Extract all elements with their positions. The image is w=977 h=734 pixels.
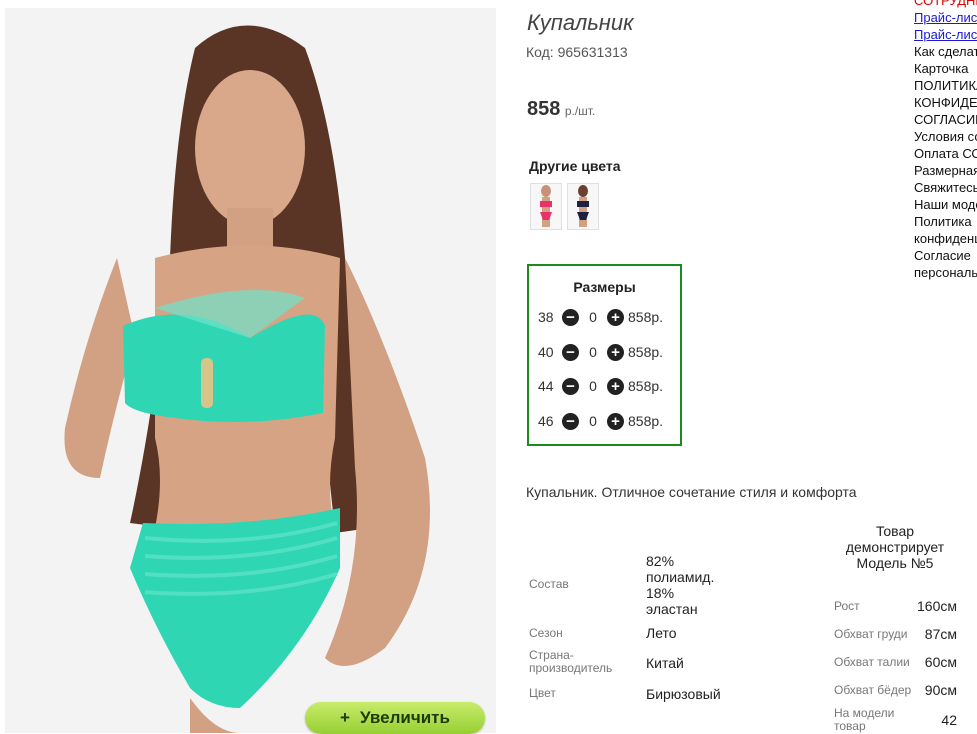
product-image[interactable] [5,8,496,733]
size-row: 40 − 0 + 858р. [538,342,663,362]
other-colors-heading: Другие цвета [529,158,621,174]
size-label: 46 [538,413,554,429]
model-param-value: 87см [924,626,957,642]
size-price: 858р. [628,413,664,429]
menu-link[interactable]: конфиденциальности [914,230,977,247]
menu-link-price-list[interactable]: Прайс-лист [914,26,977,43]
attribute-label: Страна- производитель [529,649,612,675]
value-line: эластан [646,601,698,617]
minus-icon[interactable]: − [562,377,579,395]
model-photo [5,8,496,733]
menu-link-cooperation[interactable]: СОТРУДНИЧЕСТВО [914,0,977,9]
plus-icon[interactable]: + [607,412,624,430]
model-param-label: Рост [834,599,860,613]
size-label: 44 [538,378,554,394]
color-swatch-navy[interactable] [567,183,599,230]
menu-link[interactable]: Свяжитесь с нами [914,179,977,196]
model-param-label: Обхват груди [834,627,908,641]
menu-link[interactable]: Размерная сетка [914,162,977,179]
model-param-label: На модели товар [834,707,894,733]
menu-link-price-list[interactable]: Прайс-лист [914,9,977,26]
minus-icon[interactable]: − [562,308,579,326]
model-heading: Товар демонстрирует Модель №5 [835,523,955,571]
label-line: производитель [529,661,613,675]
attribute-value: Китай [646,655,684,671]
value-line: полиамид. [646,569,715,585]
plus-icon[interactable]: + [607,377,624,395]
menu-link[interactable]: Согласие [914,247,977,264]
menu-link[interactable]: КОНФИДЕНЦИАЛЬНОСТИ [914,94,977,111]
attribute-label: Цвет [529,686,556,700]
size-row: 38 − 0 + 858р. [538,307,663,327]
menu-link[interactable]: Политика [914,213,977,230]
product-code: Код: 965631313 [526,44,628,60]
label-line: товар [834,719,866,733]
product-price: 858 р./шт. [527,98,595,121]
sizes-box: Размеры 38 − 0 + 858р. 40 − 0 + 858р. 44… [527,264,682,446]
model-param-value: 160см [917,598,957,614]
quantity-value[interactable]: 0 [579,344,607,360]
product-description: Купальник. Отличное сочетание стиля и ко… [526,484,857,500]
model-param-label: Обхват талии [834,655,910,669]
color-swatch-pink[interactable] [530,183,562,230]
swatch-thumbnail-image [540,185,552,227]
model-param-value: 42 [941,712,957,728]
quantity-value[interactable]: 0 [579,413,607,429]
menu-link[interactable]: Карточка [914,60,977,77]
attribute-value: 82% полиамид. 18% эластан [646,553,714,617]
attribute-value: Бирюзовый [646,686,721,702]
sizes-heading: Размеры [573,279,636,295]
value-line: 18% [646,585,675,601]
model-param-value: 90см [924,682,957,698]
menu-link[interactable]: персональных [914,264,977,281]
value-line: 82% [646,553,675,569]
size-label: 40 [538,344,554,360]
size-price: 858р. [628,344,664,360]
zoom-button[interactable]: + Увеличить [305,702,485,734]
attribute-label: Состав [529,577,569,591]
heading-line: Модель №5 [856,555,934,571]
menu-link[interactable]: Наши модели [914,196,977,213]
zoom-button-label: Увеличить [359,708,450,727]
minus-icon[interactable]: − [562,343,579,361]
plus-icon[interactable]: + [607,308,624,326]
attribute-label: Сезон [529,626,563,640]
minus-icon[interactable]: − [562,412,579,430]
model-param-label: Обхват бёдер [834,683,912,697]
heading-line: демонстрирует [845,539,945,555]
size-label: 38 [538,309,554,325]
price-unit: р./шт. [564,104,596,118]
side-menu: СОТРУДНИЧЕСТВО Прайс-лист Прайс-лист Как… [914,0,977,281]
plus-icon: + [340,708,350,727]
size-price: 858р. [628,309,664,325]
size-row: 46 − 0 + 858р. [538,411,663,431]
quantity-value[interactable]: 0 [579,378,607,394]
menu-link[interactable]: Как сделать заказ [914,43,977,60]
size-row: 44 − 0 + 858р. [538,376,663,396]
attribute-value: Лето [646,625,677,641]
plus-icon[interactable]: + [607,343,624,361]
swatch-thumbnail-image [577,185,589,227]
size-price: 858р. [628,378,664,394]
model-param-value: 60см [924,654,957,670]
menu-link[interactable]: Оплата СОД [914,145,977,162]
product-title: Купальник [527,10,634,35]
heading-line: Товар [875,523,915,539]
menu-link[interactable]: ПОЛИТИКА [914,77,977,94]
price-value: 858 [527,98,561,120]
menu-link[interactable]: Условия сотрудничества [914,128,977,145]
quantity-value[interactable]: 0 [579,309,607,325]
menu-link[interactable]: СОГЛАСИЕ [914,111,977,128]
